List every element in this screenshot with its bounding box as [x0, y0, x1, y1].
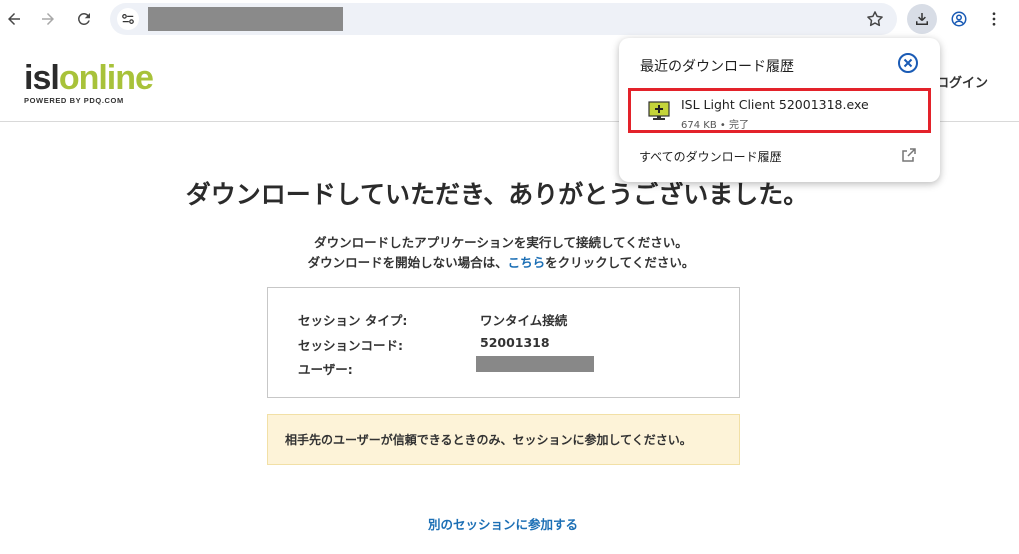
downloads-popup: 最近のダウンロード履歴 ISL Light Client 52001318.ex… — [619, 38, 940, 182]
reload-icon — [78, 12, 90, 25]
user-value-redacted — [476, 356, 594, 372]
instructions: ダウンロードしたアプリケーションを実行して接続してください。 ダウンロードを開始… — [0, 233, 1002, 273]
user-label: ユーザー: — [298, 362, 353, 377]
back-icon — [8, 13, 20, 25]
instructions-line-2: ダウンロードを開始しない場合は、こちらをクリックしてください。 — [0, 253, 1002, 273]
downloads-popup-title: 最近のダウンロード履歴 — [640, 59, 794, 75]
menu-button[interactable] — [980, 5, 1008, 33]
session-code-label: セッションコード: — [298, 338, 403, 353]
login-link[interactable]: ログイン — [936, 72, 988, 91]
session-code-value: 52001318 — [480, 335, 550, 350]
downloads-button[interactable] — [907, 4, 937, 34]
trust-warning: 相手先のユーザーが信頼できるときのみ、セッションに参加してください。 — [267, 414, 740, 465]
address-bar[interactable] — [110, 3, 897, 35]
logo-wordmark: islonline — [24, 59, 154, 97]
instructions-line-1: ダウンロードしたアプリケーションを実行して接続してください。 — [314, 235, 688, 250]
join-other-session-link[interactable]: 別のセッションに参加する — [0, 514, 1006, 533]
url-redacted — [148, 7, 343, 31]
close-icon[interactable] — [897, 52, 919, 74]
menu-icon — [992, 12, 996, 26]
session-type-label: セッション タイプ: — [298, 313, 408, 328]
profile-button[interactable] — [945, 5, 973, 33]
star-icon[interactable] — [865, 9, 885, 29]
download-file-name: ISL Light Client 52001318.exe — [681, 97, 869, 112]
reload-button[interactable] — [70, 5, 98, 33]
download-item[interactable]: ISL Light Client 52001318.exe 674 KB • 完… — [628, 88, 931, 133]
warning-text: 相手先のユーザーが信頼できるときのみ、セッションに参加してください。 — [285, 433, 692, 447]
all-downloads-link[interactable]: すべてのダウンロード履歴 — [639, 148, 782, 165]
logo-isl: isl — [24, 59, 60, 97]
session-type-value: ワンタイム接続 — [480, 313, 568, 328]
instructions-text: ダウンロードを開始しない場合は、 — [307, 255, 508, 270]
monitor-app-icon — [648, 101, 670, 120]
back-button[interactable] — [0, 5, 28, 33]
islonline-logo[interactable]: islonline POWERED BY PDQ.COM — [24, 59, 154, 105]
session-info-box: セッション タイプ: ワンタイム接続 セッションコード: 52001318 ユー… — [267, 287, 740, 398]
open-external-icon[interactable] — [901, 147, 917, 163]
logo-tagline: POWERED BY PDQ.COM — [24, 96, 124, 105]
profile-icon — [951, 11, 967, 27]
logo-online: online — [58, 59, 154, 97]
instructions-text-after: をクリックしてください。 — [545, 255, 695, 270]
browser-toolbar — [0, 0, 1019, 38]
download-icon — [916, 13, 928, 25]
forward-button[interactable] — [34, 5, 62, 33]
site-info-icon — [122, 14, 134, 24]
forward-icon — [42, 13, 54, 25]
site-info-button[interactable] — [117, 8, 139, 30]
retry-download-link[interactable]: こちら — [508, 255, 546, 270]
download-file-meta: 674 KB • 完了 — [681, 120, 749, 131]
